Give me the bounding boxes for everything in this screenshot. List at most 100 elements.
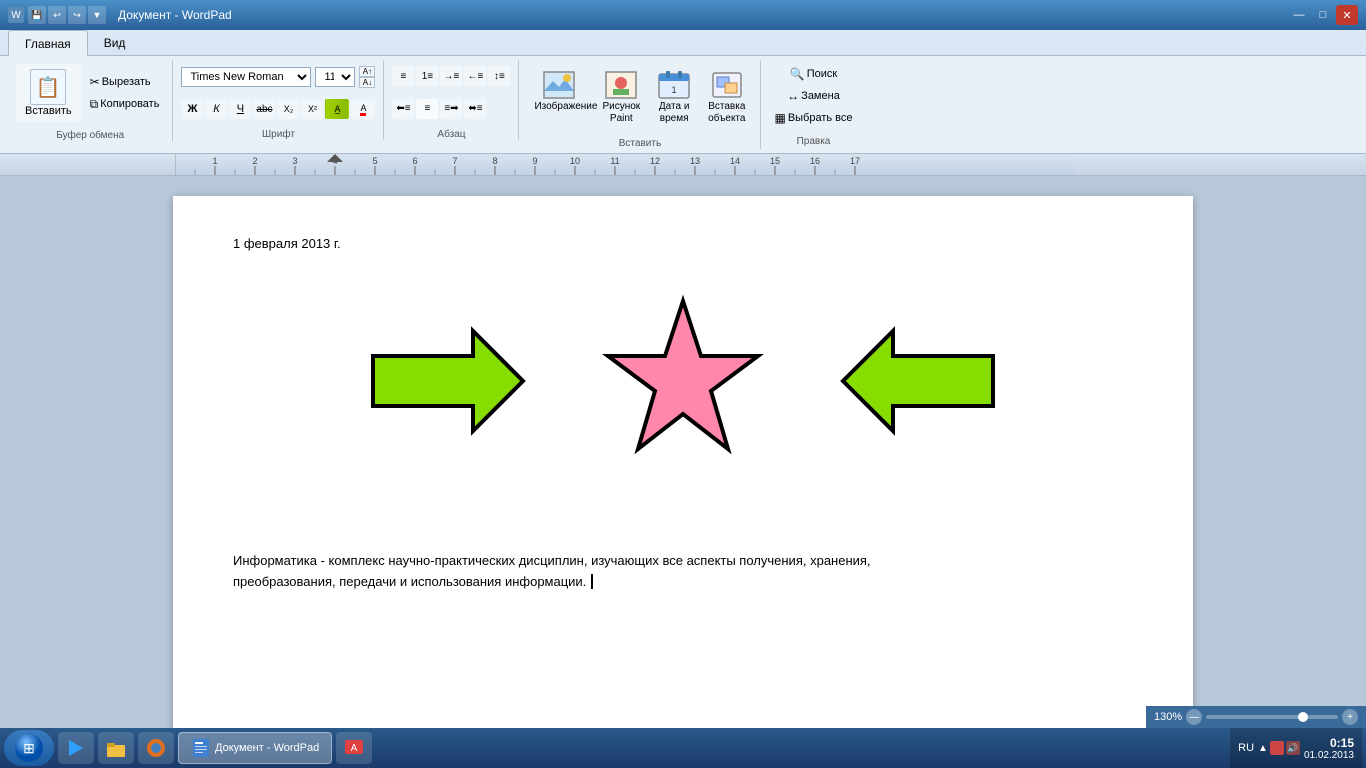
- paragraph-row2: ⬅≡ ≡ ≡➡ ⬌≡: [392, 93, 486, 126]
- datetime-button[interactable]: 1 Дата и время: [651, 64, 697, 130]
- select-all-button[interactable]: ▦ Выбрать все: [769, 108, 857, 128]
- close-button[interactable]: ✕: [1336, 5, 1358, 25]
- zoom-decrease-button[interactable]: —: [1186, 709, 1202, 725]
- signal-icon[interactable]: [1270, 741, 1284, 755]
- svg-text:3: 3: [292, 156, 297, 166]
- qa-save[interactable]: 💾: [28, 6, 46, 24]
- highlight-button[interactable]: A̲: [325, 99, 349, 119]
- replace-icon: ↔: [787, 89, 799, 103]
- font-size-select[interactable]: 11 12 14: [315, 67, 355, 87]
- date-display: 01.02.2013: [1304, 750, 1354, 761]
- folder-icon: [105, 737, 127, 759]
- underline-button[interactable]: Ч: [229, 99, 251, 119]
- minimize-button[interactable]: —: [1288, 5, 1310, 25]
- qa-undo[interactable]: ↩: [48, 6, 66, 24]
- zoom-slider[interactable]: [1206, 715, 1338, 719]
- taskbar-flashcard-button[interactable]: A: [336, 732, 372, 764]
- numbering-button[interactable]: 1≡: [416, 66, 438, 86]
- maximize-button[interactable]: □: [1312, 5, 1334, 25]
- indent-less-button[interactable]: ←≡: [464, 66, 486, 86]
- align-center-button[interactable]: ≡: [416, 99, 438, 119]
- clipboard-content: 📋 Вставить ✂ Вырезать ⧉ Копировать: [16, 60, 164, 126]
- media-icon: [65, 737, 87, 759]
- replace-button[interactable]: ↔ Замена: [782, 86, 845, 106]
- tray-icons: ▲ 🔊: [1258, 741, 1300, 755]
- paste-label: Вставить: [25, 105, 72, 117]
- ribbon: Главная Вид 📋 Вставить ✂ Вырезать ⧉ Коп: [0, 30, 1366, 154]
- taskbar-firefox-button[interactable]: [138, 732, 174, 764]
- font-color-button[interactable]: A: [351, 99, 375, 119]
- tab-view[interactable]: Вид: [88, 30, 142, 55]
- ribbon-group-editing: 🔍 Поиск ↔ Замена ▦ Выбрать все Правка: [761, 60, 865, 147]
- qa-dropdown[interactable]: ▼: [88, 6, 106, 24]
- tab-home[interactable]: Главная: [8, 30, 88, 56]
- superscript-button[interactable]: X²: [301, 99, 323, 119]
- document-area[interactable]: 1 февраля 2013 г. Информатика - комплекс…: [0, 176, 1366, 728]
- cut-label: Вырезать: [102, 76, 151, 88]
- increase-font-button[interactable]: A↑: [359, 66, 375, 77]
- taskbar-media-button[interactable]: [58, 732, 94, 764]
- italic-button[interactable]: К: [205, 99, 227, 119]
- zoom-bar: 130% — +: [1146, 706, 1366, 728]
- ruler: 1 2 3 4 5 6 7 8 9 10 11: [0, 154, 1366, 176]
- decrease-font-button[interactable]: A↓: [359, 77, 375, 88]
- zoom-level-text: 130%: [1154, 711, 1182, 723]
- align-left-button[interactable]: ⬅≡: [392, 99, 414, 119]
- ribbon-group-paragraph: ≡ 1≡ →≡ ←≡ ↕≡ ⬅≡ ≡ ≡➡ ⬌≡ Абзац: [384, 60, 519, 140]
- document-body-text[interactable]: Информатика - комплекс научно-практическ…: [233, 551, 933, 593]
- copy-label: Копировать: [100, 98, 159, 110]
- paste-button[interactable]: 📋 Вставить: [16, 64, 81, 122]
- svg-text:7: 7: [452, 156, 457, 166]
- copy-icon: ⧉: [90, 97, 99, 112]
- ribbon-content: 📋 Вставить ✂ Вырезать ⧉ Копировать Буфер…: [0, 55, 1366, 153]
- align-right-button[interactable]: ≡➡: [440, 99, 462, 119]
- svg-text:8: 8: [492, 156, 497, 166]
- svg-text:16: 16: [810, 156, 820, 166]
- svg-text:10: 10: [570, 156, 580, 166]
- strikethrough-button[interactable]: abc: [253, 99, 275, 119]
- svg-text:12: 12: [650, 156, 660, 166]
- document-page: 1 февраля 2013 г. Информатика - комплекс…: [173, 196, 1193, 728]
- star-shape: [593, 291, 773, 471]
- paint-icon: [605, 69, 637, 101]
- subscript-button[interactable]: X₂: [277, 99, 299, 119]
- search-icon: 🔍: [790, 67, 805, 81]
- browser-icon: [145, 737, 167, 759]
- svg-text:14: 14: [730, 156, 740, 166]
- taskbar-explorer-button[interactable]: [98, 732, 134, 764]
- ribbon-tab-bar: Главная Вид: [0, 30, 1366, 55]
- bullets-button[interactable]: ≡: [392, 66, 414, 86]
- speaker-icon[interactable]: 🔊: [1286, 741, 1300, 755]
- picture-button[interactable]: Изображение: [527, 64, 591, 118]
- font-row2: Ж К Ч abc X₂ X² A̲ A: [181, 94, 375, 126]
- zoom-slider-thumb[interactable]: [1298, 712, 1308, 722]
- network-icon[interactable]: ▲: [1258, 743, 1268, 754]
- object-label: Вставка объекта: [708, 101, 745, 125]
- language-indicator[interactable]: RU: [1238, 742, 1254, 754]
- cut-button[interactable]: ✂ Вырезать: [85, 72, 165, 92]
- taskbar-wordpad-button[interactable]: Документ - WordPad: [178, 732, 332, 764]
- bold-button[interactable]: Ж: [181, 99, 203, 119]
- paint-button[interactable]: Рисунок Paint: [595, 64, 647, 130]
- qa-redo[interactable]: ↪: [68, 6, 86, 24]
- line-spacing-button[interactable]: ↕≡: [488, 66, 510, 86]
- wordpad-taskbar-label: Документ - WordPad: [215, 742, 319, 754]
- find-button[interactable]: 🔍 Поиск: [785, 64, 842, 84]
- align-justify-button[interactable]: ⬌≡: [464, 99, 486, 119]
- copy-button[interactable]: ⧉ Копировать: [85, 94, 165, 115]
- clipboard-sub: ✂ Вырезать ⧉ Копировать: [85, 72, 165, 115]
- svg-text:5: 5: [372, 156, 377, 166]
- object-button[interactable]: Вставка объекта: [701, 64, 752, 130]
- app-icon: W: [8, 7, 24, 23]
- font-name-select[interactable]: Times New Roman Arial: [181, 67, 311, 87]
- select-all-icon: ▦: [774, 111, 785, 125]
- start-button[interactable]: ⊞: [4, 730, 54, 766]
- title-bar: W 💾 ↩ ↪ ▼ Документ - WordPad — □ ✕: [0, 0, 1366, 30]
- editing-content: 🔍 Поиск ↔ Замена ▦ Выбрать все: [769, 60, 857, 132]
- font-size-buttons: A↑ A↓: [359, 66, 375, 88]
- taskbar: ⊞ Документ - WordPad A: [0, 728, 1366, 768]
- clock[interactable]: 0:15 01.02.2013: [1304, 736, 1354, 761]
- zoom-increase-button[interactable]: +: [1342, 709, 1358, 725]
- right-arrow-shape: [363, 321, 533, 441]
- indent-more-button[interactable]: →≡: [440, 66, 462, 86]
